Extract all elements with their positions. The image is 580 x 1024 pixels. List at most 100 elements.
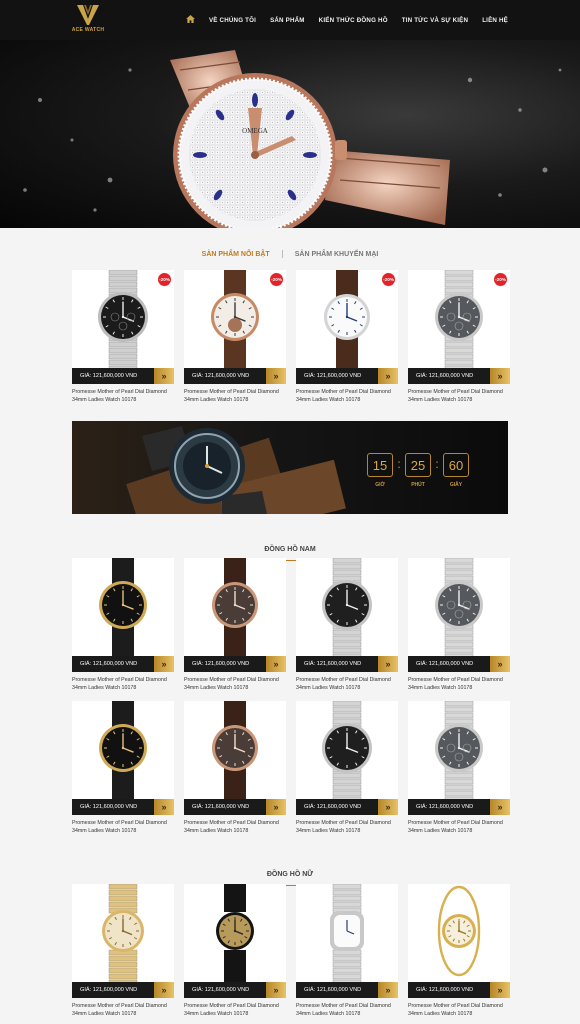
product-card[interactable]: GIÁ: 121,600,000 VND » Promesse Mother of … <box>408 884 510 1024</box>
product-card[interactable]: GIÁ: 121,600,000 VND » Promesse Mother of … <box>296 558 398 698</box>
product-image[interactable]: -20% <box>296 270 398 368</box>
product-image[interactable]: -20% <box>184 270 286 368</box>
tab-featured[interactable]: SẢN PHẨM NỔI BẬT <box>202 251 270 258</box>
product-name[interactable]: Promesse Mother of Pearl Dial Diamond 34… <box>408 819 508 835</box>
product-name[interactable]: Promesse Mother of Pearl Dial Diamond 34… <box>296 388 396 404</box>
price-bar: GIÁ: 121,600,000 VND » <box>296 799 398 815</box>
watch-image <box>435 270 483 368</box>
add-to-cart-button[interactable]: » <box>378 656 398 672</box>
product-name[interactable]: Promesse Mother of Pearl Dial Diamond 34… <box>184 819 284 835</box>
product-image[interactable]: -20% <box>72 270 174 368</box>
product-card[interactable]: GIÁ: 121,600,000 VND » Promesse Mother of … <box>72 558 174 698</box>
logo-mark-icon <box>77 5 99 25</box>
countdown-separator: : <box>435 457 439 471</box>
watch-image <box>98 270 148 368</box>
add-to-cart-button[interactable]: » <box>266 799 286 815</box>
watch-image <box>322 701 372 799</box>
double-chevron-right-icon: » <box>161 659 167 669</box>
price-bar: GIÁ: 121,600,000 VND » <box>408 656 510 672</box>
price-bar: GIÁ: 121,600,000 VND » <box>184 368 286 384</box>
add-to-cart-button[interactable]: » <box>154 656 174 672</box>
add-to-cart-button[interactable]: » <box>378 368 398 384</box>
product-name[interactable]: Promesse Mother of Pearl Dial Diamond 34… <box>184 676 284 692</box>
add-to-cart-button[interactable]: » <box>378 982 398 998</box>
nav-home[interactable] <box>186 15 195 25</box>
double-chevron-right-icon: » <box>273 985 279 995</box>
double-chevron-right-icon: » <box>161 802 167 812</box>
product-card[interactable]: -20% GIÁ: 121,600,000 VND » Promesse Mother… <box>408 270 510 410</box>
product-image[interactable] <box>296 701 398 799</box>
product-name[interactable]: Promesse Mother of Pearl Dial Diamond 34… <box>72 388 172 404</box>
add-to-cart-button[interactable]: » <box>490 799 510 815</box>
product-card[interactable]: GIÁ: 121,600,000 VND » Promesse Mother of … <box>184 558 286 698</box>
add-to-cart-button[interactable]: » <box>154 982 174 998</box>
product-image[interactable] <box>408 701 510 799</box>
add-to-cart-button[interactable]: » <box>490 656 510 672</box>
add-to-cart-button[interactable]: » <box>154 799 174 815</box>
product-card[interactable]: GIÁ: 121,600,000 VND » Promesse Mother of … <box>296 701 398 841</box>
product-image[interactable] <box>184 701 286 799</box>
nav-contact[interactable]: LIÊN HỆ <box>482 17 508 24</box>
product-name[interactable]: Promesse Mother of Pearl Dial Diamond 34… <box>408 1002 508 1018</box>
nav-products[interactable]: SẢN PHẨM <box>270 17 305 24</box>
product-name[interactable]: Promesse Mother of Pearl Dial Diamond 34… <box>296 1002 396 1018</box>
product-image[interactable] <box>408 884 510 982</box>
product-card[interactable]: GIÁ: 121,600,000 VND » Promesse Mother of … <box>72 701 174 841</box>
double-chevron-right-icon: » <box>161 985 167 995</box>
add-to-cart-button[interactable]: » <box>490 368 510 384</box>
product-image[interactable] <box>296 558 398 656</box>
product-image[interactable] <box>408 558 510 656</box>
price-bar: GIÁ: 121,600,000 VND » <box>408 799 510 815</box>
product-card[interactable]: GIÁ: 121,600,000 VND » Promesse Mother of … <box>72 884 174 1024</box>
product-name[interactable]: Promesse Mother of Pearl Dial Diamond 34… <box>408 388 508 404</box>
product-name[interactable]: Promesse Mother of Pearl Dial Diamond 34… <box>296 676 396 692</box>
product-image[interactable] <box>184 558 286 656</box>
product-card[interactable]: GIÁ: 121,600,000 VND » Promesse Mother of … <box>408 701 510 841</box>
product-image[interactable] <box>72 884 174 982</box>
product-name[interactable]: Promesse Mother of Pearl Dial Diamond 34… <box>184 1002 284 1018</box>
nav-about[interactable]: VỀ CHÚNG TÔI <box>209 17 256 24</box>
product-image[interactable]: -20% <box>408 270 510 368</box>
product-name[interactable]: Promesse Mother of Pearl Dial Diamond 34… <box>72 1002 172 1018</box>
logo[interactable]: ACE WATCH <box>70 4 106 36</box>
nav-news[interactable]: TIN TỨC VÀ SỰ KIỆN <box>402 17 468 24</box>
watch-image <box>212 701 258 799</box>
product-card[interactable]: -20% GIÁ: 121,600,000 VND » Promesse Mother… <box>72 270 174 410</box>
double-chevron-right-icon: » <box>497 985 503 995</box>
add-to-cart-button[interactable]: » <box>154 368 174 384</box>
product-card[interactable]: -20% GIÁ: 121,600,000 VND » Promesse Mother… <box>184 270 286 410</box>
add-to-cart-button[interactable]: » <box>490 982 510 998</box>
product-image[interactable] <box>72 558 174 656</box>
double-chevron-right-icon: » <box>273 659 279 669</box>
product-card[interactable]: GIÁ: 121,600,000 VND » Promesse Mother of … <box>296 884 398 1024</box>
countdown-banner[interactable]: 15 GIỜ : 25 PHÚT : 60 GIÂY <box>72 421 508 514</box>
product-image[interactable] <box>72 701 174 799</box>
countdown-separator: : <box>397 457 401 471</box>
main-nav: VỀ CHÚNG TÔI SẢN PHẨM KIẾN THỨC ĐỒNG HỒ … <box>186 0 508 40</box>
svg-text:OMEGA: OMEGA <box>242 127 268 135</box>
product-name[interactable]: Promesse Mother of Pearl Dial Diamond 34… <box>296 819 396 835</box>
discount-badge: -20% <box>158 273 171 286</box>
product-image[interactable] <box>296 884 398 982</box>
product-name[interactable]: Promesse Mother of Pearl Dial Diamond 34… <box>72 819 172 835</box>
add-to-cart-button[interactable]: » <box>266 368 286 384</box>
countdown-seconds: 60 <box>443 453 469 477</box>
watch-image <box>99 701 147 799</box>
product-name[interactable]: Promesse Mother of Pearl Dial Diamond 34… <box>184 388 284 404</box>
product-name[interactable]: Promesse Mother of Pearl Dial Diamond 34… <box>72 676 172 692</box>
page: ACE WATCH VỀ CHÚNG TÔI SẢN PHẨM KIẾN THỨ… <box>0 0 580 1024</box>
product-image[interactable] <box>184 884 286 982</box>
hero-banner[interactable]: OMEGA <box>0 40 580 228</box>
product-card[interactable]: GIÁ: 121,600,000 VND » Promesse Mother of … <box>184 701 286 841</box>
add-to-cart-button[interactable]: » <box>378 799 398 815</box>
product-card[interactable]: GIÁ: 121,600,000 VND » Promesse Mother of … <box>184 884 286 1024</box>
product-name[interactable]: Promesse Mother of Pearl Dial Diamond 34… <box>408 676 508 692</box>
product-card[interactable]: GIÁ: 121,600,000 VND » Promesse Mother of … <box>408 558 510 698</box>
nav-knowledge[interactable]: KIẾN THỨC ĐỒNG HỒ <box>319 17 388 24</box>
tab-divider <box>281 250 283 258</box>
add-to-cart-button[interactable]: » <box>266 656 286 672</box>
tab-promo[interactable]: SẢN PHẨM KHUYẾN MẠI <box>295 251 379 258</box>
add-to-cart-button[interactable]: » <box>266 982 286 998</box>
double-chevron-right-icon: » <box>497 371 503 381</box>
product-card[interactable]: -20% GIÁ: 121,600,000 VND » Promesse Mother… <box>296 270 398 410</box>
